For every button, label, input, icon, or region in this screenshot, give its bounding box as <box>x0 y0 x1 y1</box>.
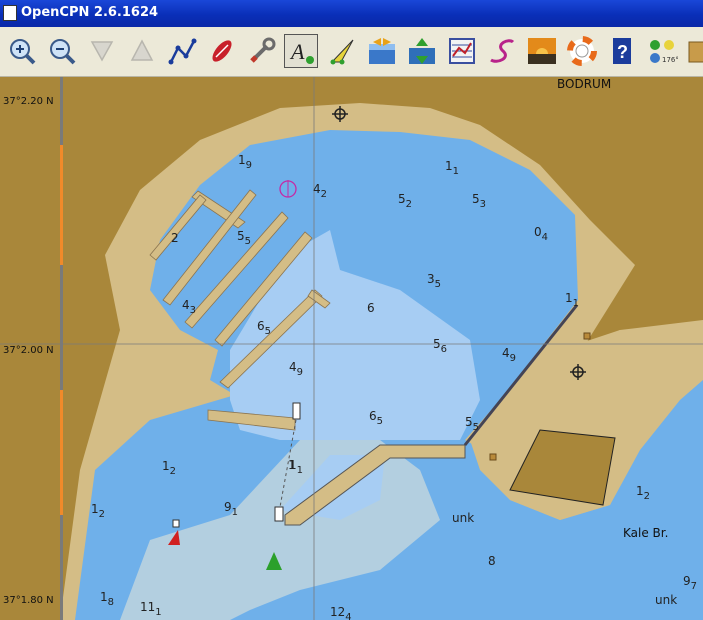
tide-button[interactable] <box>365 34 399 68</box>
more-button[interactable] <box>686 34 703 68</box>
depth-sounding: 2 <box>171 231 179 245</box>
latitude-label: 37°2.00 N <box>3 345 54 356</box>
svg-text:A: A <box>289 39 305 64</box>
gps-status-button[interactable]: 176° <box>645 34 679 68</box>
sunset-icon <box>528 38 556 64</box>
track-button[interactable] <box>485 34 519 68</box>
help-button[interactable]: ? <box>605 34 639 68</box>
svg-text:176°: 176° <box>662 56 678 64</box>
route-icon <box>168 38 197 65</box>
track-icon <box>490 39 515 63</box>
depth-sounding: 6 <box>367 301 375 315</box>
help-icon: ? <box>613 38 631 64</box>
text-button[interactable]: A <box>284 34 318 68</box>
current-button[interactable] <box>325 34 359 68</box>
color-scheme-button[interactable] <box>525 34 559 68</box>
depth-sounding: unk <box>655 593 677 607</box>
scale-out-icon <box>130 39 154 61</box>
depth-sounding: unk <box>452 511 474 525</box>
toolbar: A ? 176° <box>0 27 703 77</box>
latitude-label: 37°2.20 N <box>3 96 54 107</box>
scale-out-button[interactable] <box>125 34 159 68</box>
tide-icon <box>369 38 395 64</box>
ship-icon <box>212 40 232 62</box>
depth-sounding: 8 <box>488 554 496 568</box>
lifebuoy-icon <box>567 36 597 66</box>
lighthouse-marker <box>292 402 301 420</box>
svg-text:?: ? <box>617 42 628 62</box>
gps-status-icon: 176° <box>650 40 678 64</box>
current-icon <box>330 39 354 65</box>
wrench-icon <box>250 37 276 63</box>
zoom-out-icon <box>50 39 76 65</box>
place-name-label: BODRUM <box>557 77 612 91</box>
tide-height-icon <box>409 38 435 64</box>
zoom-out-button[interactable] <box>45 34 79 68</box>
zoom-in-button[interactable] <box>5 34 39 68</box>
landmark-label: Kale Br. <box>623 526 669 540</box>
lighthouse-marker <box>274 506 284 522</box>
text-icon: A <box>289 39 314 64</box>
title-bar: OpenCPN 2.6.1624 <box>0 0 703 27</box>
zoom-in-icon <box>10 39 36 65</box>
tide-height-button[interactable] <box>405 34 439 68</box>
window-title: OpenCPN 2.6.1624 <box>21 5 159 20</box>
scale-in-icon <box>90 41 114 62</box>
more-icon <box>688 41 703 63</box>
route-manager-button[interactable] <box>445 34 479 68</box>
mob-button[interactable] <box>565 34 599 68</box>
chart-canvas[interactable]: 19 11 42 52 53 2 55 04 35 43 11 6 65 56 49 49 65 55 1 12 11 1… <box>0 77 703 620</box>
app-icon <box>3 5 17 21</box>
settings-button[interactable] <box>245 34 279 68</box>
route-button[interactable] <box>165 34 199 68</box>
chart-svg[interactable]: 19 1142 52 532 550435431166556 494965 55112 111… <box>0 77 703 620</box>
ship-follow-button[interactable] <box>205 34 239 68</box>
latitude-label: 37°1.80 N <box>3 595 54 606</box>
route-manager-icon <box>449 38 475 64</box>
scale-in-button[interactable] <box>85 34 119 68</box>
